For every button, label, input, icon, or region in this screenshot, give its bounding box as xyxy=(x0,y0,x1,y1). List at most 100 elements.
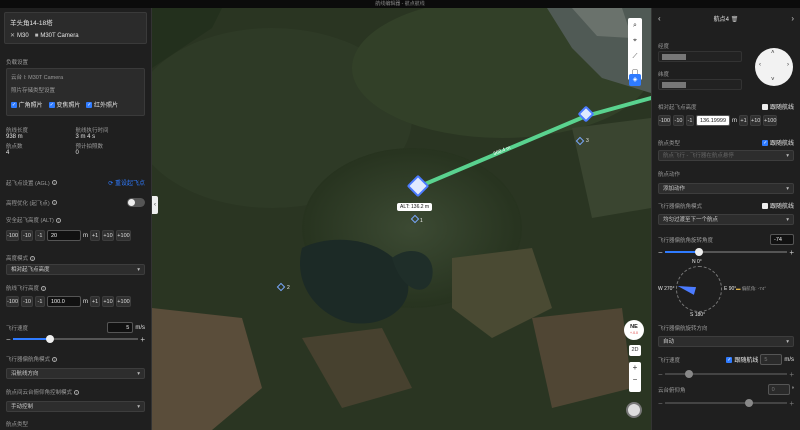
heading-mode-label: 飞行器偏航角模式 xyxy=(6,357,51,363)
measure-icon[interactable]: ⟋ xyxy=(633,53,638,61)
search-icon[interactable]: ⌕ xyxy=(633,22,637,30)
safe-alt-minus-1[interactable]: -1 xyxy=(35,230,45,241)
reset-takeoff-link[interactable]: ⟳ 重设起飞点 xyxy=(108,178,145,187)
lon-label: 经度 xyxy=(658,44,670,50)
chevron-left-icon: ‹ xyxy=(154,202,156,208)
wp-speed-input[interactable]: 5 xyxy=(760,354,783,365)
drone-icon: ✕ xyxy=(10,33,16,39)
route-alt-plus-1[interactable]: +1 xyxy=(90,296,100,307)
compass-direction: NE xyxy=(630,324,638,330)
yaw-slider[interactable] xyxy=(664,247,788,257)
alt-minus-10[interactable]: -10 xyxy=(673,115,684,126)
waypoint-pin-label-3: 3 xyxy=(586,138,589,144)
rotate-direction-select[interactable]: 自动 xyxy=(658,336,794,347)
info-icon: i xyxy=(52,356,58,362)
info-icon: i xyxy=(41,285,47,291)
elevation-opt-toggle[interactable] xyxy=(127,198,145,207)
speed-plus-button[interactable]: + xyxy=(140,335,145,344)
position-dpad[interactable]: ˄ ˅ ‹ › xyxy=(755,48,793,86)
checkbox-checked-icon: ✓ xyxy=(11,102,17,109)
photo-type-zoom[interactable]: ✓ 变焦照片 xyxy=(48,100,80,109)
compass-button[interactable]: NE +.0.0 xyxy=(624,320,644,340)
follow-route-checkbox-type[interactable]: ✓ 跟随航线 xyxy=(762,138,794,147)
gimbal-mode-label: 航点间云台俯仰角控制模式 xyxy=(6,390,73,396)
photo-storage-label: 照片存储类型设置 xyxy=(11,88,56,94)
yaw-minus-button[interactable]: − xyxy=(658,248,663,257)
trash-icon[interactable]: 🗑 xyxy=(731,17,739,23)
safe-alt-plus-1[interactable]: +1 xyxy=(90,230,100,241)
photo-type-wide[interactable]: ✓ 广角照片 xyxy=(11,100,43,109)
yaw-mode-select[interactable]: 均匀过渡至下一个航点 xyxy=(658,214,794,225)
safe-alt-plus-10[interactable]: +10 xyxy=(102,230,114,241)
speed-slider[interactable] xyxy=(12,334,139,344)
yaw-plus-button[interactable]: + xyxy=(789,248,794,257)
wp-speed-label: 飞行速度 xyxy=(658,357,681,364)
yaw-mode-label: 飞行器偏航角模式 xyxy=(658,203,703,210)
safe-alt-plus-100[interactable]: +100 xyxy=(116,230,131,241)
waypoint-type-label: 航点类型 xyxy=(658,140,681,147)
dial-west: W 270° xyxy=(658,286,675,292)
arrow-left-icon[interactable]: ‹ xyxy=(759,62,761,68)
gimbal-pitch-slider[interactable] xyxy=(664,398,788,408)
payload-card: 云台 I: M30T Camera 照片存储类型设置 ✓ 广角照片 ✓ 变焦照片… xyxy=(6,68,145,116)
alt-minus-100[interactable]: -100 xyxy=(658,115,671,126)
user-location-button[interactable] xyxy=(626,402,642,418)
gimbal-pitch-input[interactable]: 0 xyxy=(767,384,790,395)
zoom-control: + − xyxy=(629,362,641,392)
waypoint-pin-label-2: 2 xyxy=(287,285,290,291)
alt-minus-1[interactable]: -1 xyxy=(686,115,694,126)
satellite-map xyxy=(152,8,651,430)
zoom-out-button[interactable]: − xyxy=(629,374,641,386)
2d-toggle-button[interactable]: 2D xyxy=(629,345,641,356)
heading-mode-select[interactable]: 沿航线方向 xyxy=(6,368,145,379)
waypoint-type-select[interactable]: 航点飞行 - 飞行器在航点悬停 xyxy=(658,150,794,161)
route-alt-input[interactable]: 100.0 xyxy=(47,296,81,307)
lon-input[interactable] xyxy=(658,51,742,62)
speed-label: 飞行速度 xyxy=(6,325,29,332)
lat-input[interactable] xyxy=(658,79,742,90)
altitude-tooltip: ALT: 136.2 m xyxy=(397,203,433,211)
checkbox-unchecked-icon xyxy=(762,203,769,210)
safe-alt-minus-100[interactable]: -100 xyxy=(6,230,19,241)
route-alt-plus-10[interactable]: +10 xyxy=(102,296,114,307)
right-panel: ‹ 航点4 🗑 › 经度 纬度 ˄ ˅ ‹ › 相对起飞点高度 跟随航线 -10… xyxy=(651,8,800,430)
alt-plus-1[interactable]: +1 xyxy=(739,115,748,126)
arrow-right-icon[interactable]: › xyxy=(787,62,789,68)
info-icon: i xyxy=(55,217,61,223)
payload-name: 云台 I: M30T Camera xyxy=(11,75,64,81)
photo-type-ir[interactable]: ✓ 红外照片 xyxy=(86,100,118,109)
warning-icon: ▬ xyxy=(736,286,741,291)
speed-minus-button[interactable]: − xyxy=(6,335,11,344)
left-panel-collapse[interactable]: ‹ xyxy=(152,196,158,214)
alt-plus-10[interactable]: +10 xyxy=(750,115,761,126)
route-alt-plus-100[interactable]: +100 xyxy=(116,296,131,307)
prev-waypoint-button[interactable]: ‹ xyxy=(658,14,661,23)
safe-alt-input[interactable]: 20 xyxy=(47,230,81,241)
checkbox-checked-icon[interactable]: ✓ xyxy=(726,356,733,363)
route-alt-minus-10[interactable]: -10 xyxy=(21,296,33,307)
safe-alt-minus-10[interactable]: -10 xyxy=(21,230,33,241)
add-action-select[interactable]: 添加动作 xyxy=(658,183,794,194)
lat-label: 纬度 xyxy=(658,72,670,78)
waypoint-title: 航点4 xyxy=(713,17,730,23)
route-alt-minus-100[interactable]: -100 xyxy=(6,296,19,307)
follow-route-checkbox-alt[interactable]: 跟随航线 xyxy=(762,102,794,111)
gimbal-mode-select[interactable]: 手动控制 xyxy=(6,401,145,412)
route-alt-minus-1[interactable]: -1 xyxy=(35,296,45,307)
alt-input[interactable]: 136.19999 xyxy=(696,115,730,126)
wp-speed-slider[interactable] xyxy=(664,369,788,379)
speed-input[interactable]: 5 xyxy=(107,322,134,333)
yaw-angle-input[interactable]: -74 xyxy=(770,234,794,245)
next-waypoint-button[interactable]: › xyxy=(791,14,794,23)
follow-route-checkbox-yaw[interactable]: 跟随航线 xyxy=(762,201,794,210)
alt-plus-100[interactable]: +100 xyxy=(763,115,777,126)
safe-alt-label: 安全起飞高度 (ALT) xyxy=(6,218,54,224)
alt-mode-select[interactable]: 相对起飞点高度 xyxy=(6,264,145,275)
arrow-down-icon[interactable]: ˅ xyxy=(771,77,775,83)
dial-north: N 0° xyxy=(692,259,702,265)
arrow-up-icon[interactable]: ˄ xyxy=(771,50,775,56)
map-view[interactable]: 368.4 m ALT: 136.2 m 1 2 3 ⌕ ⌖ ⟋ ▢ ◈ ‹ N… xyxy=(152,8,651,430)
zoom-in-button[interactable]: + xyxy=(629,362,641,374)
layer-button[interactable]: ◈ xyxy=(629,74,641,86)
pin-icon[interactable]: ⌖ xyxy=(633,37,637,45)
